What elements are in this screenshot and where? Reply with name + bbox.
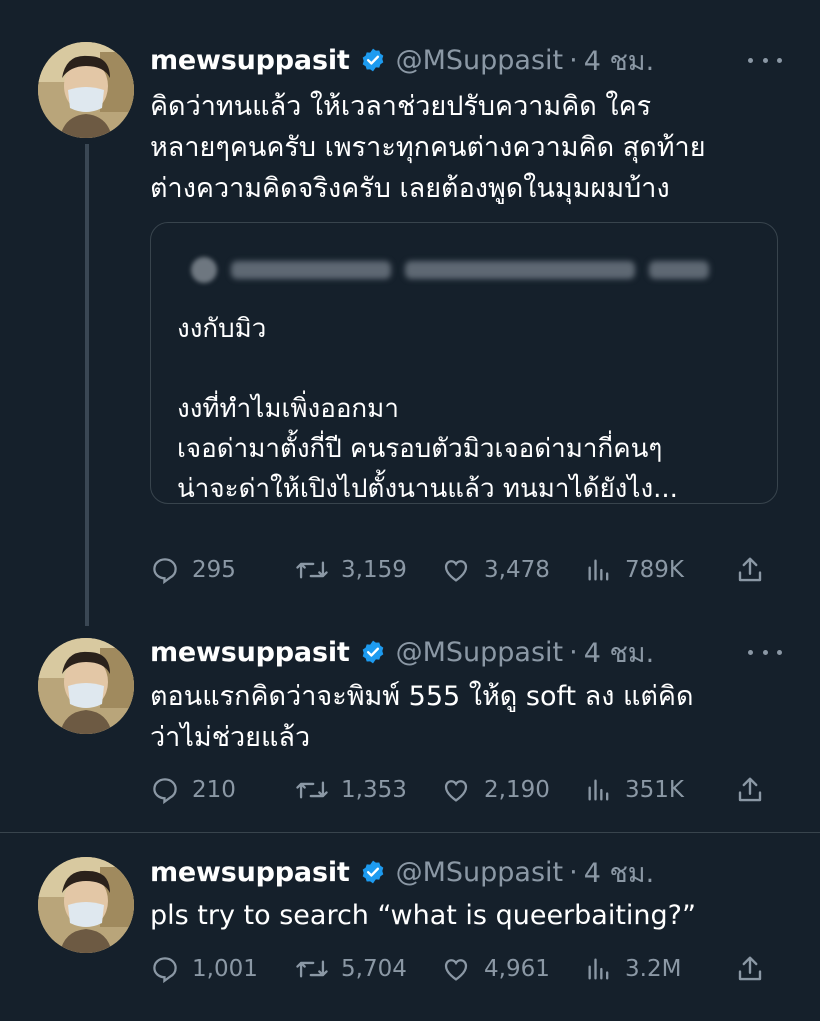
separator-dot: · — [569, 856, 578, 888]
views-icon — [588, 559, 609, 581]
tweet-actions: 295 3,159 3,478 789K — [150, 550, 790, 590]
reply-icon — [153, 957, 177, 984]
avatar-photo — [38, 857, 134, 953]
views-button[interactable]: 351K — [585, 775, 735, 805]
display-name[interactable]: mewsuppasit — [150, 637, 350, 668]
handle[interactable]: @MSuppasit — [396, 45, 564, 76]
reply-icon — [153, 558, 177, 585]
tweet-text: คิดว่าทนแล้ว ให้เวลาช่วยปรับความคิด ใคร … — [150, 91, 706, 204]
heart-icon — [444, 959, 468, 981]
tweet-header: mewsuppasit @MSuppasit · 4 ชม. — [150, 632, 654, 672]
views-count: 351K — [625, 777, 684, 803]
avatar[interactable] — [38, 638, 134, 734]
views-count: 3.2M — [625, 956, 682, 982]
verified-badge-icon — [362, 48, 383, 72]
reply-icon — [153, 778, 177, 805]
tweet-header: mewsuppasit @MSuppasit · 4 ชม. — [150, 40, 654, 80]
heart-icon — [444, 560, 468, 582]
quoted-tweet-text: งงกับมิว งงที่ทำไมเพิ่งออกมา เจอด่ามาตั้… — [177, 314, 678, 504]
handle[interactable]: @MSuppasit — [396, 637, 564, 668]
verified-badge-icon — [362, 640, 383, 664]
handle[interactable]: @MSuppasit — [396, 857, 564, 888]
share-button[interactable] — [735, 775, 765, 805]
tweet-text: ตอนแรกคิดว่าจะพิมพ์ 555 ให้ดู soft ลง แต… — [150, 681, 694, 753]
avatar-photo — [38, 638, 134, 734]
more-options-icon[interactable] — [748, 50, 782, 70]
views-icon — [588, 958, 609, 980]
share-icon — [738, 557, 762, 582]
views-count: 789K — [625, 557, 684, 583]
avatar[interactable] — [38, 42, 134, 138]
retweet-button[interactable]: 3,159 — [295, 555, 440, 585]
tweet-3[interactable]: mewsuppasit @MSuppasit · 4 ชม. pls try t… — [0, 833, 820, 1021]
retweet-button[interactable]: 1,353 — [295, 775, 440, 805]
share-icon — [738, 777, 762, 802]
tweet-header: mewsuppasit @MSuppasit · 4 ชม. — [150, 852, 654, 892]
timestamp[interactable]: 4 ชม. — [584, 631, 654, 674]
like-count: 2,190 — [484, 777, 550, 803]
separator-dot: · — [569, 636, 578, 668]
tweet-1[interactable]: mewsuppasit @MSuppasit · 4 ชม. คิดว่าทนแ… — [0, 0, 820, 626]
blurred-text — [649, 261, 709, 279]
share-button[interactable] — [735, 555, 765, 585]
like-button[interactable]: 3,478 — [440, 555, 585, 585]
tweet-actions: 1,001 5,704 4,961 3.2M — [150, 949, 790, 989]
quoted-tweet[interactable]: งงกับมิว งงที่ทำไมเพิ่งออกมา เจอด่ามาตั้… — [150, 222, 778, 504]
share-button[interactable] — [735, 954, 765, 984]
like-button[interactable]: 4,961 — [440, 954, 585, 984]
reply-count: 210 — [192, 777, 236, 803]
thread-line — [85, 144, 89, 626]
reply-button[interactable]: 295 — [150, 555, 295, 585]
reply-count: 295 — [192, 557, 236, 583]
avatar-photo — [38, 42, 134, 138]
blurred-avatar — [191, 257, 217, 283]
retweet-icon — [296, 960, 328, 978]
views-button[interactable]: 3.2M — [585, 954, 735, 984]
tweet-actions: 210 1,353 2,190 351K — [150, 770, 790, 810]
like-count: 3,478 — [484, 557, 550, 583]
retweet-button[interactable]: 5,704 — [295, 954, 440, 984]
like-button[interactable]: 2,190 — [440, 775, 585, 805]
display-name[interactable]: mewsuppasit — [150, 857, 350, 888]
reply-button[interactable]: 1,001 — [150, 954, 295, 984]
retweet-count: 5,704 — [341, 956, 407, 982]
retweet-count: 1,353 — [341, 777, 407, 803]
retweet-count: 3,159 — [341, 557, 407, 583]
reply-count: 1,001 — [192, 956, 258, 982]
separator-dot: · — [569, 44, 578, 76]
reply-button[interactable]: 210 — [150, 775, 295, 805]
retweet-icon — [296, 561, 328, 579]
avatar[interactable] — [38, 857, 134, 953]
heart-icon — [444, 780, 468, 802]
share-icon — [738, 956, 762, 981]
views-icon — [588, 779, 609, 801]
verified-badge-icon — [362, 860, 383, 884]
tweet-2[interactable]: mewsuppasit @MSuppasit · 4 ชม. ตอนแรกคิด… — [0, 610, 820, 832]
display-name[interactable]: mewsuppasit — [150, 45, 350, 76]
tweet-text: pls try to search “what is queerbaiting?… — [150, 900, 696, 931]
more-options-icon[interactable] — [748, 642, 782, 662]
like-count: 4,961 — [484, 956, 550, 982]
retweet-icon — [296, 781, 328, 799]
blurred-text — [231, 261, 391, 279]
blurred-text — [405, 261, 635, 279]
timestamp[interactable]: 4 ชม. — [584, 39, 654, 82]
quoted-tweet-author-blurred — [191, 257, 731, 283]
views-button[interactable]: 789K — [585, 555, 735, 585]
timestamp[interactable]: 4 ชม. — [584, 851, 654, 894]
